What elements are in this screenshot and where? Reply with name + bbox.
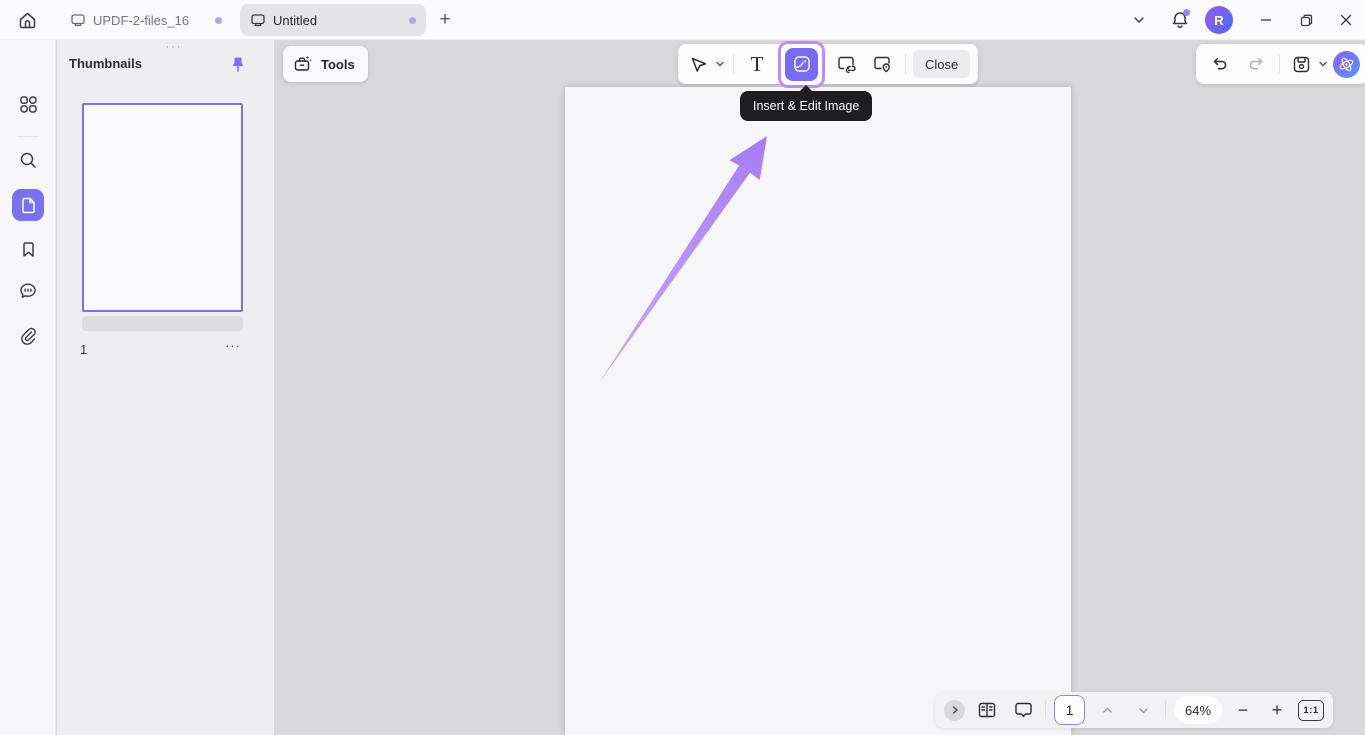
window-menu-chevron-down-icon[interactable] — [1126, 7, 1152, 33]
statusbar-divider — [1045, 701, 1046, 719]
redo-icon — [1246, 54, 1266, 74]
text-tool-icon: T — [751, 52, 764, 77]
pdf-page[interactable] — [565, 87, 1071, 735]
actual-size-button[interactable]: 1:1 — [1298, 700, 1324, 721]
thumbnail-strip — [82, 316, 243, 331]
next-page-button[interactable] — [1129, 696, 1157, 724]
page-thumbnail-1[interactable] — [82, 103, 243, 312]
sidebar-item-search[interactable] — [12, 144, 44, 176]
user-avatar[interactable]: R — [1205, 6, 1233, 34]
undo-icon — [1210, 54, 1230, 74]
image-tool-icon — [785, 48, 818, 81]
redo-button[interactable] — [1240, 48, 1272, 80]
new-tab-button[interactable]: + — [433, 8, 457, 32]
thumbnail-page-number: 1 — [80, 342, 87, 357]
home-icon — [17, 10, 38, 31]
select-tool-button[interactable] — [686, 48, 712, 80]
tools-label: Tools — [321, 57, 355, 72]
tab-label: Untitled — [273, 13, 317, 28]
book-spread-icon — [976, 699, 998, 721]
location-tool-icon — [871, 53, 893, 75]
tooltip-insert-edit-image: Insert & Edit Image — [740, 91, 872, 121]
unsaved-dot — [409, 17, 416, 24]
tab-label: UPDF-2-files_16 — [93, 13, 189, 28]
zoom-level-button[interactable]: 64% — [1174, 696, 1222, 724]
panel-title: Thumbnails — [69, 56, 142, 71]
previous-page-button[interactable] — [1093, 696, 1121, 724]
document-tab-icon — [70, 12, 86, 28]
panel-drag-handle[interactable]: ··· — [157, 41, 191, 53]
tab-updf-2-files[interactable]: UPDF-2-files_16 — [60, 4, 232, 36]
thumbnail-more-button[interactable]: ··· — [225, 338, 241, 353]
toolbar-divider — [1279, 54, 1280, 74]
zoom-in-button[interactable]: + — [1264, 697, 1290, 723]
text-tool-button[interactable]: T — [741, 48, 773, 80]
notifications-button[interactable] — [1167, 7, 1193, 33]
sidebar-item-apps[interactable] — [12, 88, 44, 120]
document-tab-icon — [250, 12, 266, 28]
location-tool-button[interactable] — [866, 48, 898, 80]
toolbar-divider — [733, 54, 734, 74]
apps-grid-icon — [18, 94, 39, 115]
bookmark-icon — [19, 240, 38, 259]
sidebar-divider — [17, 136, 39, 137]
link-tool-icon — [835, 53, 857, 75]
ai-atom-icon — [1337, 55, 1356, 74]
updf-ai-button[interactable] — [1333, 51, 1360, 78]
thumbnails-panel: ··· Thumbnails 1 ··· — [57, 40, 274, 735]
tab-untitled[interactable]: Untitled — [240, 4, 426, 36]
save-icon — [1291, 54, 1312, 75]
paperclip-icon — [18, 326, 38, 346]
chevron-down-icon — [1137, 704, 1150, 717]
tools-button[interactable]: Tools — [283, 46, 368, 82]
titlebar: UPDF-2-files_16 Untitled + R — [0, 0, 1365, 40]
edit-toolbar: T Close — [678, 44, 978, 84]
sidebar-item-attachments[interactable] — [12, 320, 44, 352]
unsaved-dot — [215, 17, 222, 24]
statusbar-divider — [1165, 701, 1166, 719]
cursor-icon — [689, 54, 709, 74]
search-icon — [18, 150, 38, 170]
pushpin-icon — [229, 55, 247, 73]
history-save-toolbar — [1196, 44, 1365, 84]
notification-badge-dot — [1183, 9, 1190, 16]
presentation-mode-button[interactable] — [1009, 696, 1037, 724]
sidebar-item-thumbnails[interactable] — [12, 189, 44, 221]
close-edit-mode-button[interactable]: Close — [913, 50, 970, 78]
save-button[interactable] — [1287, 48, 1315, 80]
pin-panel-button[interactable] — [226, 52, 250, 76]
home-button[interactable] — [13, 6, 42, 35]
icon-sidebar — [0, 40, 56, 735]
undo-button[interactable] — [1204, 48, 1236, 80]
image-tool-button[interactable] — [778, 41, 825, 88]
maximize-button[interactable] — [1293, 7, 1319, 33]
chevron-up-icon — [1101, 704, 1114, 717]
page-navigation-bar: 1 64% − + 1:1 — [935, 692, 1333, 728]
close-window-button[interactable] — [1333, 7, 1359, 33]
page-layout-button[interactable] — [973, 696, 1001, 724]
page-icon — [19, 196, 38, 215]
save-options-chevron-down-icon[interactable] — [1317, 58, 1329, 70]
select-tool-chevron-down-icon[interactable] — [714, 58, 726, 70]
comment-bubble-icon — [18, 281, 38, 301]
zoom-out-button[interactable]: − — [1230, 697, 1256, 723]
chevron-right-icon — [950, 705, 960, 715]
page-number-input[interactable]: 1 — [1054, 695, 1085, 725]
toolbox-icon — [292, 53, 314, 75]
link-tool-button[interactable] — [830, 48, 862, 80]
toolbar-divider — [905, 54, 906, 74]
sidebar-item-bookmarks[interactable] — [12, 233, 44, 265]
document-canvas[interactable] — [274, 40, 1365, 735]
minimize-button[interactable] — [1253, 7, 1279, 33]
collapse-bar-button[interactable] — [944, 700, 965, 721]
sidebar-item-comments[interactable] — [12, 275, 44, 307]
presentation-icon — [1012, 699, 1035, 722]
